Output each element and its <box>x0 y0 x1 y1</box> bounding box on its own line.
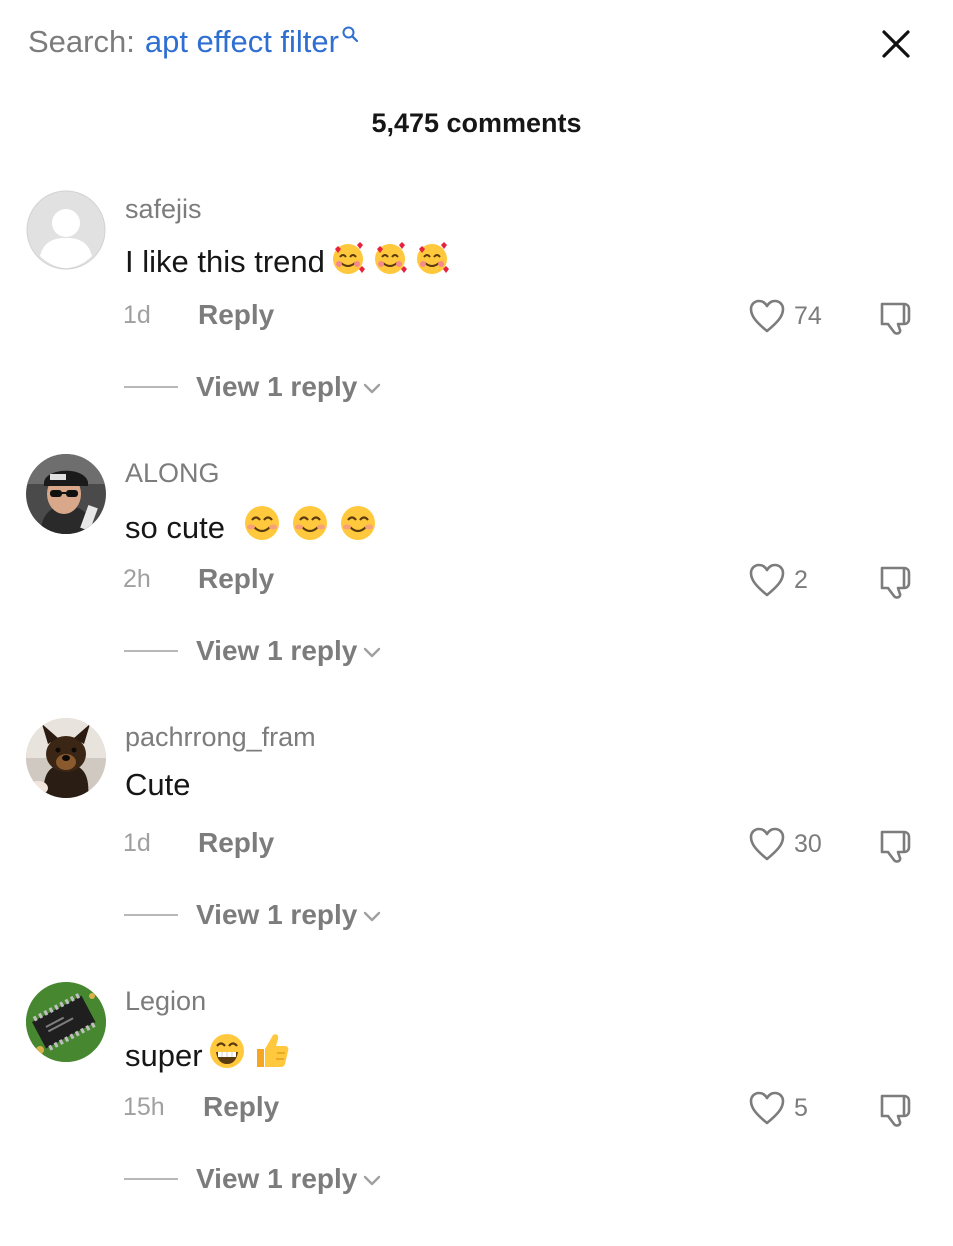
thumbs-down-icon <box>880 1094 911 1127</box>
smiling-face-with-smiling-eyes-icon <box>340 506 375 540</box>
reply-button[interactable]: Reply <box>198 827 274 859</box>
comment-username[interactable]: safejis <box>125 194 202 225</box>
comment-text-content: Cute <box>125 767 191 802</box>
search-query-link[interactable]: apt effect filter <box>145 24 339 60</box>
man-with-cap-sunglasses-photo <box>26 454 106 534</box>
view-replies-button[interactable]: View 1 reply <box>124 899 381 931</box>
comment-text: super <box>125 1031 291 1074</box>
comment-username[interactable]: Legion <box>125 986 206 1017</box>
like-count: 2 <box>794 565 808 594</box>
close-icon <box>882 30 910 58</box>
chevron-down-icon <box>364 383 381 394</box>
smiling-face-with-hearts-icon <box>374 242 407 274</box>
comment-item: Legion super 15h Reply 5 View 1 reply <box>0 982 953 1246</box>
comment-time: 1d <box>123 301 151 329</box>
view-replies-label: View 1 reply <box>196 635 358 666</box>
chevron-down-icon <box>364 1175 381 1186</box>
avatar[interactable] <box>26 454 106 534</box>
search-icon <box>342 26 359 43</box>
reply-button[interactable]: Reply <box>198 563 274 595</box>
smiling-face-with-smiling-eyes-icon <box>244 506 279 540</box>
comment-text-content: so cute <box>125 510 234 545</box>
view-replies-button[interactable]: View 1 reply <box>124 635 381 667</box>
comment-text: so cute <box>125 503 378 546</box>
comment-username[interactable]: pachrrong_fram <box>125 722 316 753</box>
comment-time: 1d <box>123 829 151 857</box>
heart-icon <box>749 827 785 861</box>
heart-icon <box>749 299 785 333</box>
dislike-button[interactable] <box>878 1090 918 1128</box>
comment-item: pachrrong_fram Cute 1d Reply 30 View 1 r… <box>0 718 953 982</box>
like-count: 5 <box>794 1093 808 1122</box>
comment-text: Cute <box>125 767 190 803</box>
reply-button[interactable]: Reply <box>198 299 274 331</box>
comment-item: ALONG so cute 2h Reply 2 View 1 reply <box>0 454 953 718</box>
chevron-down-icon <box>364 647 381 658</box>
thumbs-down-icon <box>880 302 911 335</box>
like-button[interactable]: 30 <box>748 826 822 862</box>
view-replies-label: View 1 reply <box>196 371 358 402</box>
smiling-face-with-hearts-icon <box>416 242 449 274</box>
like-count: 30 <box>794 829 822 858</box>
comment-username[interactable]: ALONG <box>125 458 220 489</box>
search-label: Search: <box>28 24 135 59</box>
comment-time: 2h <box>123 565 151 593</box>
smiling-face-with-smiling-eyes-icon <box>292 506 327 540</box>
circuit-board-photo <box>26 982 106 1062</box>
chevron-down-icon <box>364 911 381 922</box>
like-button[interactable]: 5 <box>748 1090 808 1126</box>
smiling-face-with-hearts-icon <box>332 242 365 274</box>
like-button[interactable]: 74 <box>748 298 822 334</box>
comment-text: I like this trend <box>125 239 451 280</box>
avatar[interactable] <box>26 190 106 270</box>
heart-icon <box>749 1091 785 1125</box>
dislike-button[interactable] <box>878 826 918 864</box>
comment-text-content: super <box>125 1038 203 1073</box>
comment-count: 5,475 comments <box>371 108 582 138</box>
default-avatar-icon <box>26 190 106 270</box>
comments-sheet: Search: apt effect filter 5,475 comments… <box>0 0 953 1200</box>
avatar[interactable] <box>26 982 106 1062</box>
view-replies-button[interactable]: View 1 reply <box>124 371 381 403</box>
reply-button[interactable]: Reply <box>203 1091 279 1123</box>
divider-line <box>124 386 178 388</box>
divider-line <box>124 914 178 916</box>
search-header[interactable]: Search: apt effect filter <box>28 18 359 66</box>
divider-line <box>124 650 178 652</box>
avatar[interactable] <box>26 718 106 798</box>
puppy-photo <box>26 718 106 798</box>
thumbs-up-icon <box>256 1034 288 1067</box>
comment-item: safejis I like this trend 1d Reply 74 Vi… <box>0 190 953 454</box>
view-replies-label: View 1 reply <box>196 1163 358 1194</box>
comment-text-content: I like this trend <box>125 244 325 279</box>
like-count: 74 <box>794 301 822 330</box>
dislike-button[interactable] <box>878 298 918 336</box>
heart-icon <box>749 563 785 597</box>
close-button[interactable] <box>874 22 918 66</box>
like-button[interactable]: 2 <box>748 562 808 598</box>
thumbs-down-icon <box>880 566 911 599</box>
view-replies-label: View 1 reply <box>196 899 358 930</box>
comment-time: 15h <box>123 1093 165 1121</box>
beaming-face-icon <box>209 1034 244 1068</box>
divider-line <box>124 1178 178 1180</box>
dislike-button[interactable] <box>878 562 918 600</box>
thumbs-down-icon <box>880 830 911 863</box>
view-replies-button[interactable]: View 1 reply <box>124 1163 381 1195</box>
